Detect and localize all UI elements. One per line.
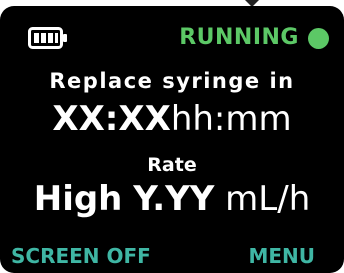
replace-syringe-time: XX:XXhh:mm	[0, 97, 344, 141]
rate-label: Rate	[147, 154, 197, 176]
rate-unit: mL/h	[225, 179, 311, 219]
replace-time-unit: hh:mm	[170, 99, 292, 139]
replace-syringe-label: Replace syringe in	[49, 69, 295, 93]
replace-time-value: XX:XX	[52, 99, 171, 139]
rate-reading: High Y.YY mL/h	[0, 176, 344, 222]
battery-full-icon	[28, 27, 67, 49]
rate-level: High	[33, 179, 123, 219]
pump-display: RUNNING Replace syringe in XX:XXhh:mm Ra…	[0, 6, 344, 273]
screen-off-softkey[interactable]: SCREEN OFF	[11, 242, 151, 270]
status-label: RUNNING	[179, 25, 299, 50]
rate-value: Y.YY	[133, 179, 215, 219]
pump-status: RUNNING	[179, 24, 329, 52]
status-dot-icon	[308, 27, 329, 49]
menu-softkey[interactable]: MENU	[248, 242, 315, 270]
